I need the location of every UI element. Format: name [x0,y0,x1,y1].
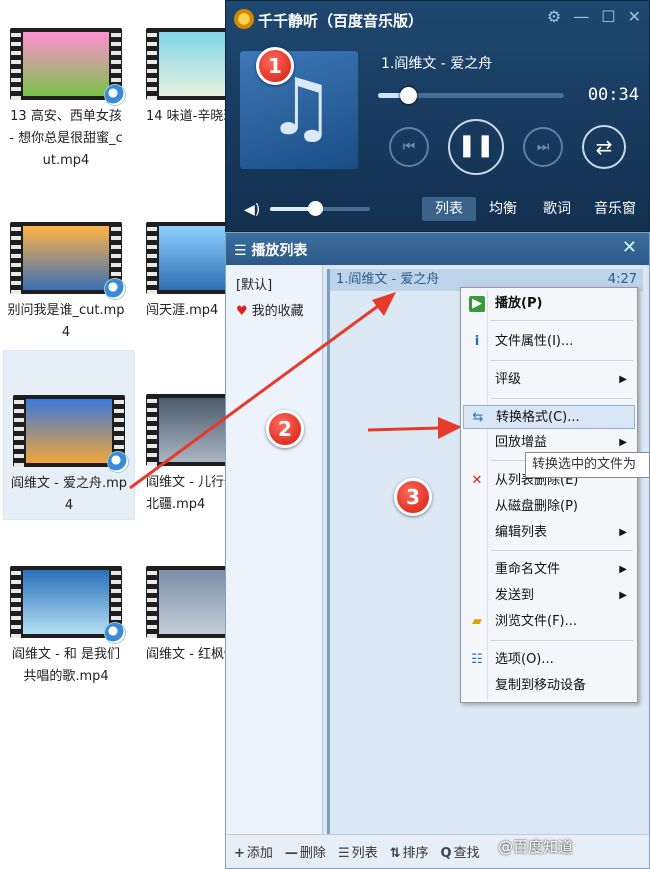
playlist-toolbar: + 添加 — 删除 ☰ 列表 ⇅ 排序 Q 查找 [226,834,649,868]
heart-icon: ♥ [236,304,248,319]
menu-item-rename-file[interactable]: 重命名文件 ▶ [463,558,635,582]
video-thumbnail [10,28,126,106]
submenu-arrow-icon: ▶ [619,564,627,575]
menu-item-send-to[interactable]: 发送到 ▶ [463,584,635,608]
video-thumbnail [10,222,126,300]
maximize-icon[interactable]: ☐ [601,7,615,26]
list-button[interactable]: ☰ 列表 [338,842,378,861]
step-marker-3: 3 [394,478,432,516]
player-badge-icon [107,451,129,473]
video-thumbnail [146,566,225,638]
volume-handle[interactable] [308,201,323,216]
search-button[interactable]: Q 查找 [441,842,480,861]
file-name: 阎维文 - 爱之舟.mp4 [10,476,127,513]
delete-icon: ✕ [471,473,483,488]
tab-equalizer[interactable]: 均衡 [476,197,530,221]
video-thumbnail [146,222,225,294]
context-menu: ▶ 播放(P) i 文件属性(I)... 评级 ▶ ⇆ 转换格式(C)... 回放增益 ▶… [460,287,638,703]
step-marker-2: 2 [266,410,304,448]
video-thumbnail [13,395,129,473]
options-icon: ☷ [471,652,483,667]
menu-item-rating[interactable]: 评级 ▶ [463,368,635,392]
file-item[interactable]: 别问我是谁_cut.mp4 [0,222,132,346]
volume-icon[interactable]: ◀) [244,202,260,218]
play-mode-button[interactable]: ⇄ [582,125,626,169]
seek-handle[interactable] [399,87,417,104]
add-button[interactable]: + 添加 [234,842,273,861]
previous-button[interactable]: ⏮ [389,127,429,167]
next-button[interactable]: ⏭ [523,127,563,167]
menu-tooltip: 转换选中的文件为 [525,452,650,478]
close-icon[interactable]: ✕ [628,7,641,26]
tab-lyrics[interactable]: 歌词 [530,197,584,221]
file-name: 阎维文 - 和 是我们共唱的歌.mp4 [11,647,121,684]
file-name: 13 高安、西单女孩 - 想你总是很甜蜜_cut.mp4 [9,109,123,168]
sort-button[interactable]: ⇅ 排序 [390,842,429,861]
file-name: 别问我是谁_cut.mp4 [7,303,125,340]
player-titlebar[interactable]: 千千静听（百度音乐版） ⚙ — ☐ ✕ [226,1,649,35]
menu-item-options[interactable]: ☷ 选项(O)... [463,648,635,672]
seek-bar[interactable] [378,87,564,104]
player-tabs: 列表 均衡 歌词 音乐窗 [422,197,646,221]
submenu-arrow-icon: ▶ [619,590,627,601]
submenu-arrow-icon: ▶ [619,374,627,385]
pause-button[interactable]: ❚❚ [448,119,504,175]
minimize-icon[interactable]: — [573,7,589,26]
menu-item-delete-from-disk[interactable]: 从磁盘删除(P) [463,495,635,519]
song-title: 1.阎维文 - 爱之舟 [336,272,440,287]
playlist-groups: [默认] ♥ 我的收藏 [226,265,323,834]
file-name: 14 味道-辛晓琪.mp4 [146,109,225,124]
info-icon: i [474,334,480,349]
tab-music-window[interactable]: 音乐窗 [584,197,646,221]
player-window: 千千静听（百度音乐版） ⚙ — ☐ ✕ ♫ 1 1.阎维文 - 爱之舟 00:3… [225,0,650,232]
file-item[interactable]: 阎维文 - 儿行千里 边防大北疆.mp4 [140,394,225,520]
file-item[interactable]: 闯天涯.mp4 [140,222,225,346]
menu-item-edit-list[interactable]: 编辑列表 ▶ [463,521,635,545]
menu-item-play[interactable]: ▶ 播放(P) [463,292,635,316]
video-thumbnail [146,28,225,100]
menu-item-copy-to-device[interactable]: 复制到移动设备 [463,674,635,698]
list-icon: ☰ [234,243,252,259]
submenu-arrow-icon: ▶ [619,527,627,538]
app-logo-icon [234,9,254,29]
menu-item-browse-file[interactable]: ▰ 浏览文件(F)... [463,610,635,634]
group-label: 我的收藏 [251,304,304,319]
watermark: @百度知道 [498,838,574,856]
elapsed-time: 00:34 [587,85,639,105]
delete-button[interactable]: — 删除 [285,842,326,861]
menu-item-file-properties[interactable]: i 文件属性(I)... [463,330,635,354]
track-title: 1.阎维文 - 爱之舟 [381,56,493,72]
player-badge-icon [104,622,126,644]
video-thumbnail [146,394,225,466]
file-item[interactable]: 14 味道-辛晓琪.mp4 [140,28,225,208]
group-favorites[interactable]: ♥ 我的收藏 [226,299,322,325]
tab-list[interactable]: 列表 [422,197,476,221]
playlist-title: 播放列表 [251,243,308,259]
file-item[interactable]: 阎维文 - 和 是我们共唱的歌.mp4 [0,566,132,696]
convert-icon: ⇆ [472,410,484,425]
file-name: 闯天涯.mp4 [146,303,219,318]
settings-icon[interactable]: ⚙ [547,7,561,26]
video-thumbnail [10,566,126,644]
folder-icon: ▰ [472,614,482,629]
file-name: 阎维文 - 红枫情.mp4 [146,647,225,662]
volume-slider[interactable] [270,201,370,216]
close-icon[interactable]: ✕ [622,237,637,258]
player-badge-icon [104,84,126,106]
file-name: 阎维文 - 儿行千里 边防大北疆.mp4 [146,475,225,512]
file-item[interactable]: 阎维文 - 红枫情.mp4 [140,566,225,696]
window-buttons: ⚙ — ☐ ✕ [547,7,641,26]
group-default[interactable]: [默认] [226,273,322,299]
file-item[interactable]: 13 高安、西单女孩 - 想你总是很甜蜜_cut.mp4 [0,28,132,208]
play-icon: ▶ [469,296,485,312]
playlist-header: ☰ 播放列表 ✕ [226,233,649,265]
file-item-selected[interactable]: 阎维文 - 爱之舟.mp4 [3,350,135,520]
step-marker-1: 1 [256,47,294,85]
player-badge-icon [104,278,126,300]
menu-item-convert-format[interactable]: ⇆ 转换格式(C)... [463,405,635,429]
app-title: 千千静听（百度音乐版） [258,12,424,30]
